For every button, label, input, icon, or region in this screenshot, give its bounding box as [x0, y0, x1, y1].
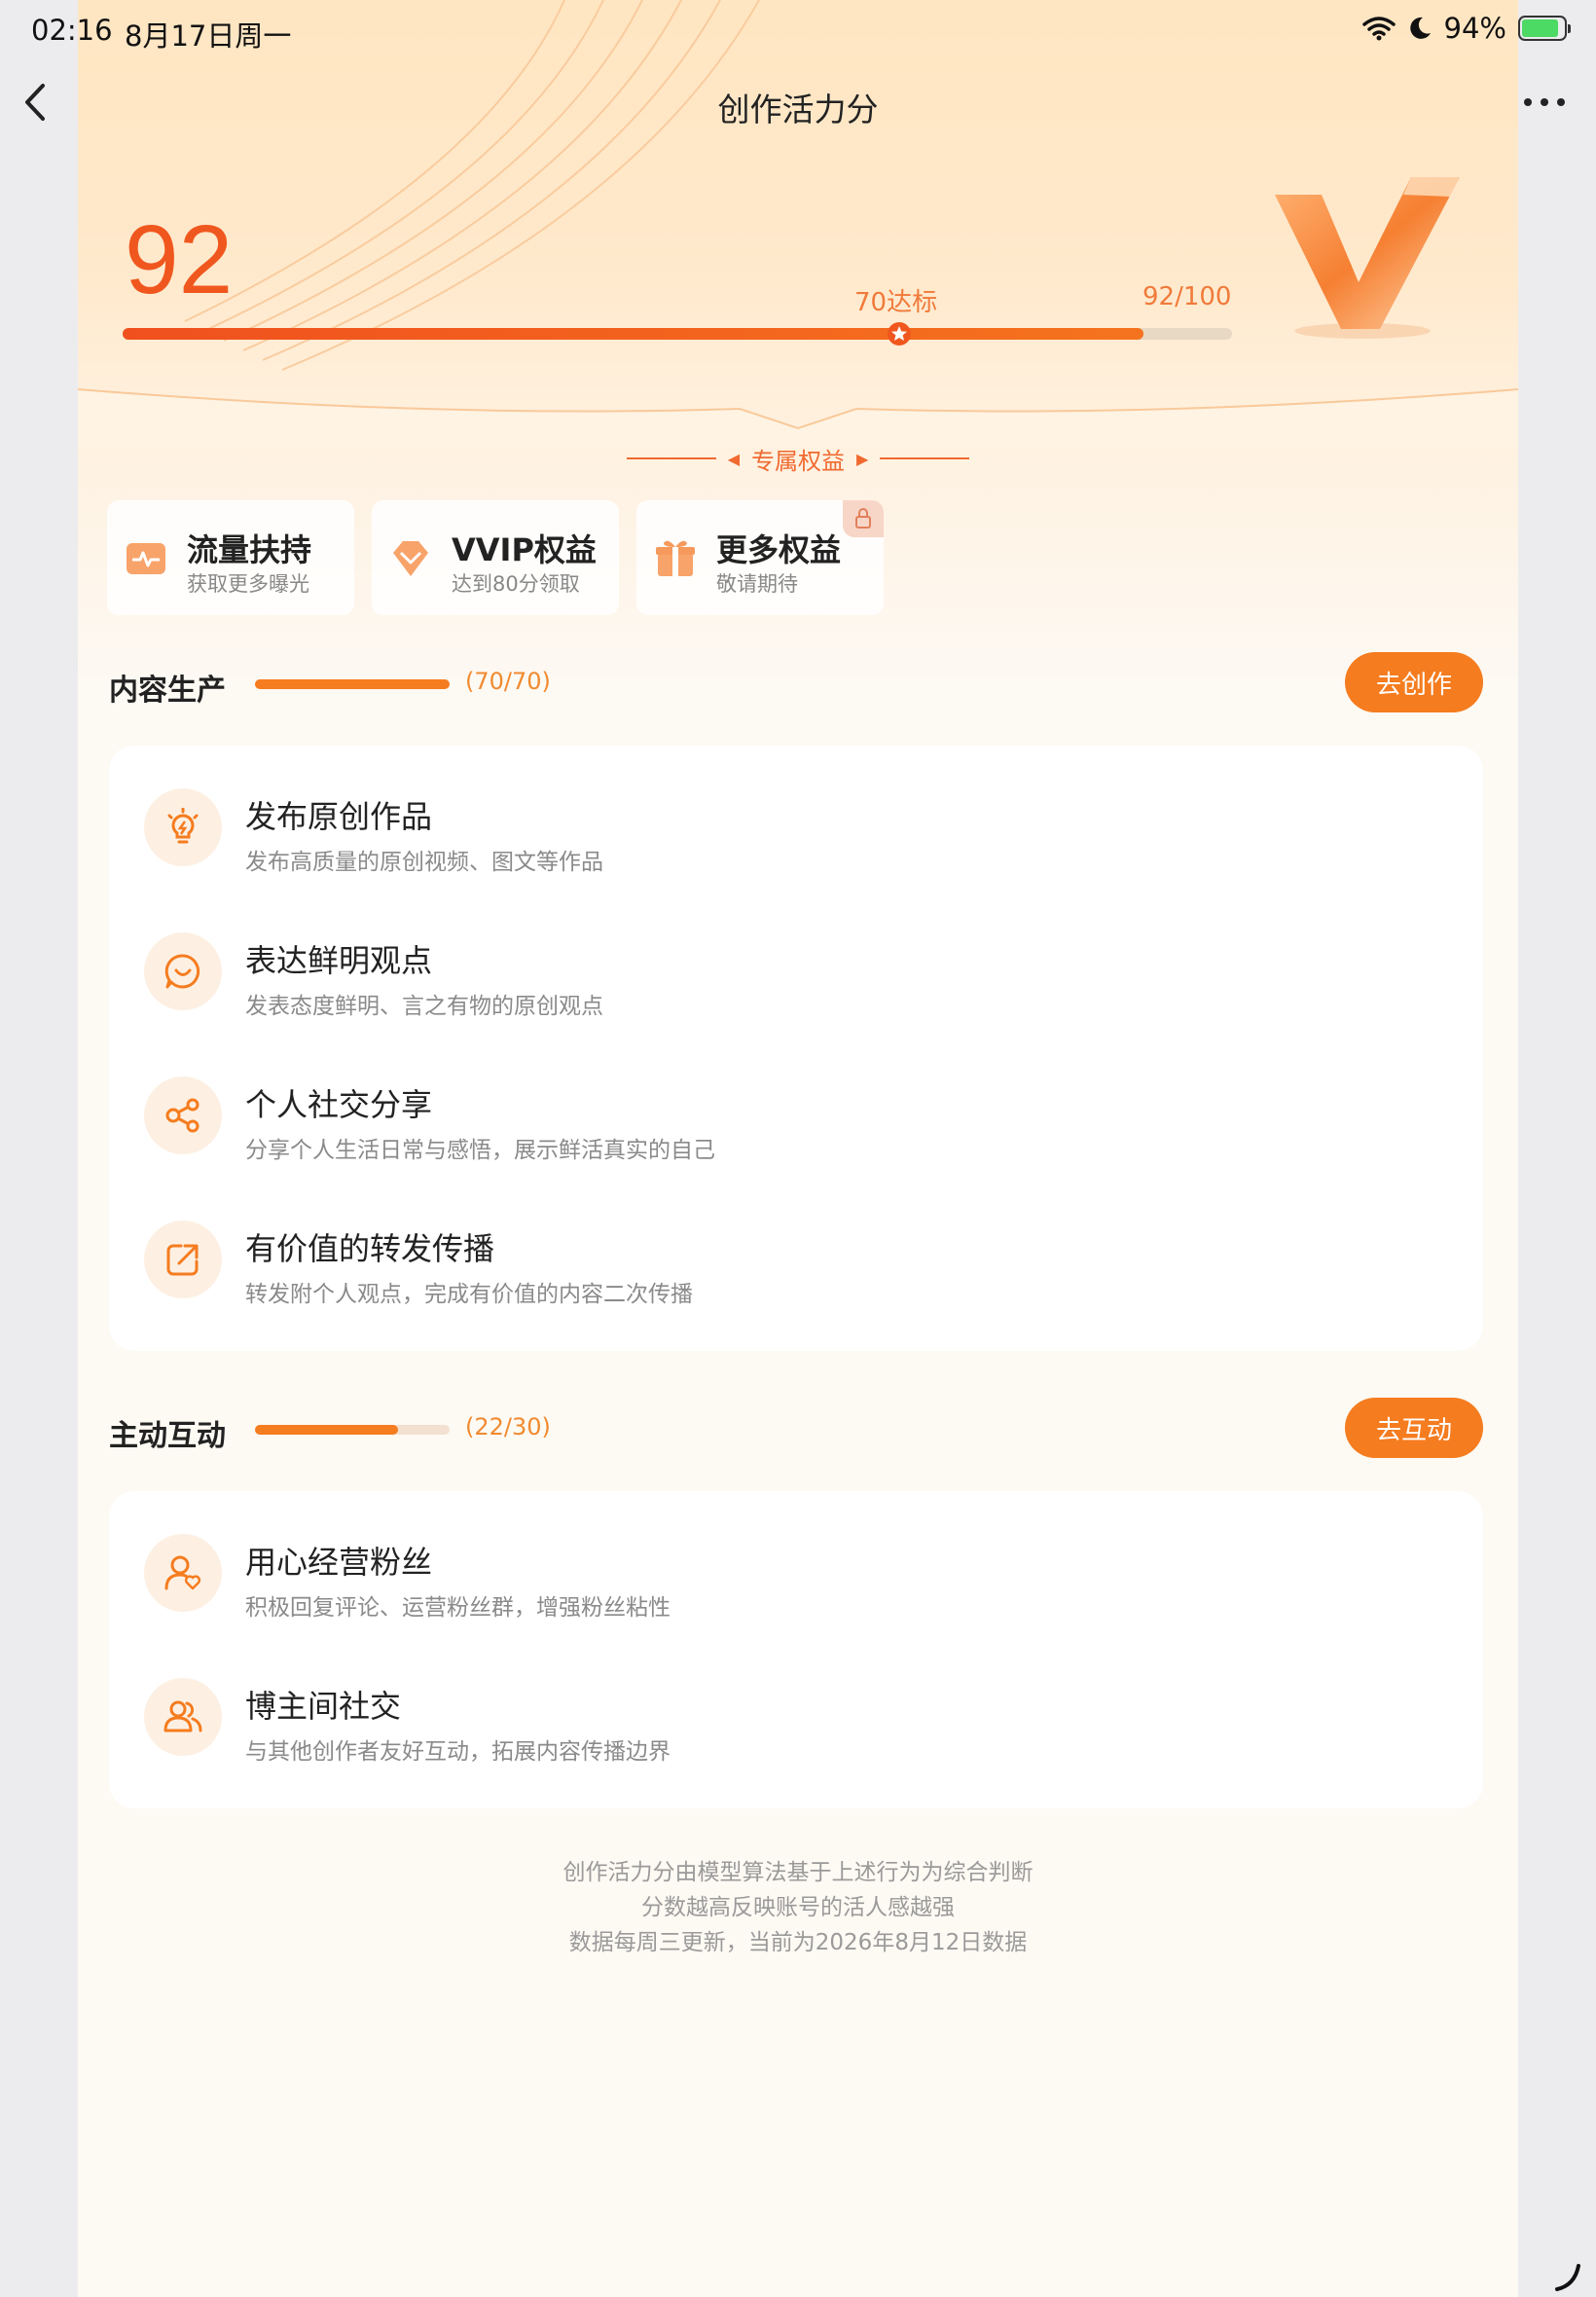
- item-icon-circle: [144, 932, 222, 1010]
- forward-icon: [166, 1244, 199, 1276]
- item-name: 博主间社交: [245, 1688, 402, 1725]
- status-bar: 02:16 8月17日周一 94%: [0, 0, 1596, 60]
- section-progress-fill: [255, 1425, 398, 1435]
- footnote-line: 创作活力分由模型算法基于上述行为为综合判断: [562, 1860, 1034, 1885]
- item-desc: 分享个人生活日常与感悟，展示鲜活真实的自己: [245, 1138, 715, 1163]
- section-header-interaction: 主动互动 (22/30) 去互动: [109, 1398, 1483, 1460]
- star-marker-icon: [888, 322, 911, 346]
- footnote: 创作活力分由模型算法基于上述行为为综合判断 分数越高反映账号的活人感越强 数据每…: [78, 1855, 1518, 1960]
- benefit-desc: 敬请期待: [716, 572, 798, 596]
- traffic-icon: [127, 543, 165, 574]
- list-item[interactable]: 个人社交分享 分享个人生活日常与感悟，展示鲜活真实的自己: [109, 1041, 1483, 1185]
- hero-wave: [78, 388, 1518, 448]
- battery-percent: 94%: [1443, 12, 1506, 45]
- item-desc: 发表态度鲜明、言之有物的原创观点: [245, 994, 603, 1019]
- lightbulb-icon: [167, 808, 199, 844]
- score-value: 92: [125, 205, 234, 314]
- item-icon-circle: [144, 1534, 222, 1612]
- back-button[interactable]: [18, 78, 56, 127]
- item-desc: 与其他创作者友好互动，拓展内容传播边界: [245, 1739, 671, 1765]
- go-create-button[interactable]: 去创作: [1345, 652, 1483, 712]
- item-name: 有价值的转发传播: [245, 1230, 495, 1267]
- page-title: 创作活力分: [717, 91, 879, 128]
- chevron-left-icon: [25, 84, 45, 121]
- diamond-icon: [393, 541, 428, 576]
- benefit-name: 更多权益: [716, 531, 842, 568]
- content-production-card: 发布原创作品 发布高质量的原创视频、图文等作品 表达鲜明观点 发表态度鲜明、言之…: [109, 746, 1483, 1351]
- item-name: 用心经营粉丝: [245, 1544, 433, 1581]
- score-progress-bar: [123, 328, 1232, 340]
- status-time: 02:16: [31, 14, 113, 47]
- share-icon: [165, 1098, 200, 1133]
- section-count: (22/30): [465, 1413, 551, 1440]
- item-name: 表达鲜明观点: [245, 942, 433, 979]
- main-panel: 创作活力分 92 70达标 92/100 ◀ 专属权益 ▶ 流量扶持 获取更多曝…: [78, 0, 1518, 2297]
- item-desc: 发布高质量的原创视频、图文等作品: [245, 850, 603, 875]
- moon-icon: [1409, 17, 1431, 39]
- chat-smile-icon: [164, 954, 200, 989]
- section-progress-bar: [255, 679, 450, 689]
- score-progress-fill: [123, 328, 1143, 340]
- footnote-line: 分数越高反映账号的活人感越强: [641, 1895, 955, 1920]
- corner-curve-icon: [1555, 2264, 1580, 2291]
- benefits-title: ◀ 专属权益 ▶: [78, 443, 1518, 475]
- item-desc: 转发附个人观点，完成有价值的内容二次传播: [245, 1282, 693, 1307]
- item-icon-circle: [144, 1678, 222, 1756]
- benefit-more[interactable]: 更多权益 敬请期待: [636, 500, 884, 615]
- wifi-icon: [1361, 17, 1396, 41]
- user-heart-icon: [164, 1555, 201, 1590]
- section-progress-bar: [255, 1425, 450, 1435]
- gift-icon: [656, 540, 695, 576]
- battery-icon: [1518, 16, 1571, 41]
- benefit-name: 流量扶持: [187, 531, 312, 568]
- benefits-title-text: 专属权益: [751, 447, 845, 475]
- go-interact-button[interactable]: 去互动: [1345, 1398, 1483, 1458]
- section-count: (70/70): [465, 668, 551, 695]
- lock-badge: [843, 500, 884, 537]
- more-button[interactable]: [1520, 88, 1569, 117]
- target-marker-label: 70达标: [854, 288, 938, 317]
- benefit-desc: 达到80分领取: [452, 572, 580, 596]
- item-icon-circle: [144, 1076, 222, 1154]
- section-title: 主动互动: [109, 1419, 226, 1453]
- list-item[interactable]: 博主间社交 与其他创作者友好互动，拓展内容传播边界: [109, 1643, 1483, 1787]
- status-right: 94%: [1361, 12, 1571, 45]
- score-ratio: 92/100: [1143, 282, 1232, 311]
- interaction-card: 用心经营粉丝 积极回复评论、运营粉丝群，增强粉丝粘性 博主间社交 与其他创作者友…: [109, 1491, 1483, 1808]
- status-date: 8月17日周一: [125, 19, 292, 53]
- benefit-name: VVIP权益: [452, 531, 597, 568]
- list-item[interactable]: 发布原创作品 发布高质量的原创视频、图文等作品: [109, 753, 1483, 897]
- benefit-traffic[interactable]: 流量扶持 获取更多曝光: [107, 500, 354, 615]
- benefit-desc: 获取更多曝光: [187, 572, 309, 596]
- v-badge-icon: [1275, 177, 1460, 339]
- section-header-content: 内容生产 (70/70) 去创作: [109, 652, 1483, 714]
- item-name: 个人社交分享: [245, 1086, 433, 1123]
- list-item[interactable]: 用心经营粉丝 积极回复评论、运营粉丝群，增强粉丝粘性: [109, 1499, 1483, 1643]
- more-dots-icon: [1524, 98, 1565, 106]
- users-icon: [163, 1700, 202, 1732]
- section-progress-fill: [255, 679, 450, 689]
- item-icon-circle: [144, 788, 222, 866]
- section-title: 内容生产: [109, 674, 226, 708]
- list-item[interactable]: 表达鲜明观点 发表态度鲜明、言之有物的原创观点: [109, 897, 1483, 1041]
- item-icon-circle: [144, 1221, 222, 1298]
- item-desc: 积极回复评论、运营粉丝群，增强粉丝粘性: [245, 1595, 671, 1621]
- lock-icon: [855, 508, 871, 529]
- list-item[interactable]: 有价值的转发传播 转发附个人观点，完成有价值的内容二次传播: [109, 1185, 1483, 1330]
- benefit-vvip[interactable]: VVIP权益 达到80分领取: [372, 500, 619, 615]
- footnote-line: 数据每周三更新，当前为2026年8月12日数据: [568, 1930, 1028, 1955]
- item-name: 发布原创作品: [245, 798, 433, 835]
